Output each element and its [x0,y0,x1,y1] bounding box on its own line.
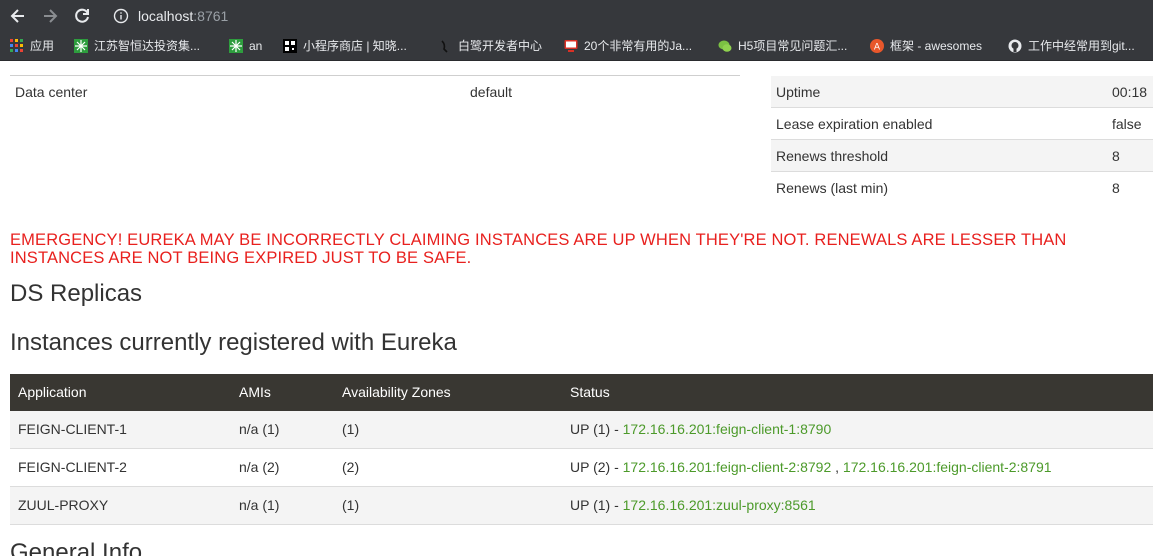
status-prefix: UP (1) - [570,497,623,513]
status-value: 8 [1112,148,1120,164]
status-value: false [1112,116,1142,132]
browser-toolbar: localhost:8761 [0,0,1153,32]
status-key: Renews threshold [776,148,889,164]
qr-square-icon [283,39,297,53]
zones-value: (1) [342,497,360,513]
bookmark-apps[interactable]: 应用 [10,37,54,55]
status-value: 00:18 [1112,84,1148,100]
status-cell: UP (1) - 172.16.16.201:zuul-proxy:8561 [570,497,816,513]
status-key: Renews (last min) [776,180,889,196]
url-host: localhost [138,8,194,24]
github-icon [1008,39,1022,53]
application-name: FEIGN-CLIENT-2 [18,459,127,475]
bookmark-label: 工作中经常用到git... [1028,39,1135,53]
bookmark-label: H5项目常见问题汇... [738,39,848,53]
instances-heading: Instances currently registered with Eure… [10,329,457,356]
instance-link[interactable]: 172.16.16.201:feign-client-2:8791 [843,459,1052,475]
egret-icon [441,40,448,53]
status-key: Lease expiration enabled [776,116,933,132]
column-header: AMIs [239,384,271,400]
svg-text:A: A [874,43,881,53]
bookmark-an[interactable]: an [229,37,262,55]
zones-value: (1) [342,421,360,437]
data-center-value: default [470,84,513,100]
link-separator: , [831,459,843,475]
table-row: FEIGN-CLIENT-2 n/a (2) (2) UP (2) - 172.… [10,449,1153,487]
status-value: 8 [1112,180,1120,196]
column-header: Availability Zones [342,384,451,400]
amis-value: n/a (1) [239,421,280,437]
status-prefix: UP (1) - [570,421,623,437]
site-info-icon[interactable] [113,8,129,24]
apps-grid-icon [10,39,23,52]
bookmark-awesomes[interactable]: A 框架 - awesomes [870,37,982,55]
bookmark-label: 小程序商店 | 知晓... [303,39,407,53]
amis-value: n/a (1) [239,497,280,513]
status-info-table: Uptime 00:18 Lease expiration enabled fa… [771,76,1153,203]
table-header: Application AMIs Availability Zones Stat… [10,374,1153,411]
instance-link[interactable]: 172.16.16.201:feign-client-2:8792 [623,459,832,475]
bookmark-label: 应用 [30,39,55,53]
red-monitor-icon [564,40,578,52]
table-row: Renews threshold 8 [771,140,1153,172]
bookmark-label: an [249,39,263,53]
bookmark-h5[interactable]: H5项目常见问题汇... [718,37,847,55]
bookmark-label: 20个非常有用的Ja... [584,39,693,53]
forward-arrow-icon[interactable] [40,6,60,26]
bookmark-label: 白鹭开发者中心 [458,39,543,53]
instance-link[interactable]: 172.16.16.201:feign-client-1:8790 [623,421,832,437]
status-cell: UP (2) - 172.16.16.201:feign-client-2:87… [570,459,1052,475]
url-port: :8761 [193,8,229,24]
bookmark-label: 江苏智恒达投资集... [94,39,201,53]
status-cell: UP (1) - 172.16.16.201:feign-client-1:87… [570,421,831,437]
status-key: Uptime [776,84,821,100]
ds-replicas-heading: DS Replicas [10,280,143,307]
bookmark-label: 框架 - awesomes [890,39,983,53]
application-name: ZUUL-PROXY [18,497,109,513]
wechat-icon [718,40,732,52]
amis-value: n/a (2) [239,459,280,475]
bookmark-git[interactable]: 工作中经常用到git... [1008,37,1135,55]
eureka-dashboard: Data center default Uptime 00:18 Lease e… [0,61,1153,556]
green-pattern-icon [229,39,243,53]
emergency-line-2: INSTANCES ARE NOT BEING EXPIRED JUST TO … [10,249,472,267]
bookmark-egret[interactable]: 白鹭开发者中心 [438,37,542,55]
instances-table: Application AMIs Availability Zones Stat… [10,374,1153,525]
bookmark-jiangsu[interactable]: 江苏智恒达投资集... [74,37,200,55]
emergency-line-1: EMERGENCY! EUREKA MAY BE INCORRECTLY CLA… [10,231,1067,249]
bookmarks-bar: 应用 江苏智恒达投资集... an 小程序商店 | 知晓... 白鹭开发者中心 … [0,32,1153,61]
bookmark-miniprogram[interactable]: 小程序商店 | 知晓... [283,37,407,55]
column-header: Application [18,384,87,400]
status-prefix: UP (2) - [570,459,623,475]
data-center-row: Data center default [10,76,740,108]
column-header: Status [570,384,610,400]
data-center-label: Data center [15,84,88,100]
table-row: ZUUL-PROXY n/a (1) (1) UP (1) - 172.16.1… [10,487,1153,525]
address-bar[interactable]: localhost:8761 [138,7,228,25]
green-pattern-icon [74,39,88,53]
zones-value: (2) [342,459,360,475]
general-info-heading: General Info [10,539,143,556]
emergency-warning: EMERGENCY! EUREKA MAY BE INCORRECTLY CLA… [10,231,1153,267]
table-row: Uptime 00:18 [771,76,1153,108]
orange-circle-icon: A [870,39,884,53]
application-name: FEIGN-CLIENT-1 [18,421,127,437]
table-row: Lease expiration enabled false [771,108,1153,140]
back-arrow-icon[interactable] [8,6,28,26]
bookmark-js-tips[interactable]: 20个非常有用的Ja... [564,37,692,55]
table-row: Renews (last min) 8 [771,172,1153,203]
instance-link[interactable]: 172.16.16.201:zuul-proxy:8561 [623,497,816,513]
table-row: FEIGN-CLIENT-1 n/a (1) (1) UP (1) - 172.… [10,411,1153,449]
reload-icon[interactable] [72,6,92,26]
